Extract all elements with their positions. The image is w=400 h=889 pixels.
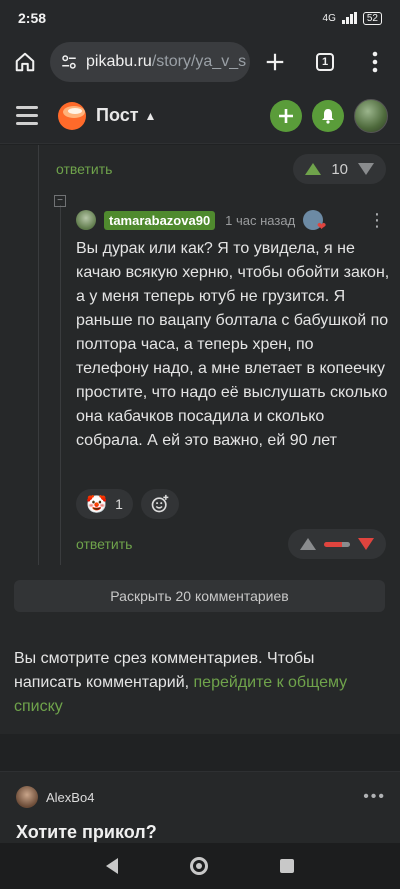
pikabu-logo[interactable] xyxy=(56,100,88,132)
home-nav-icon[interactable] xyxy=(190,857,208,875)
network-label: 4G xyxy=(322,12,336,24)
browser-toolbar: pikabu.ru/story/ya_v_s 1 xyxy=(0,36,400,88)
tab-count: 1 xyxy=(316,53,334,71)
more-vert-icon[interactable]: ⋮ xyxy=(368,211,386,229)
page-title[interactable]: Пост xyxy=(96,105,139,126)
comments-slice-hint: Вы смотрите срез комментариев. Чтобы нап… xyxy=(14,647,386,719)
avatar[interactable] xyxy=(16,786,38,808)
status-time: 2:58 xyxy=(18,10,47,26)
notifications-button[interactable] xyxy=(312,99,344,132)
comment-author[interactable]: tamarabazova90 xyxy=(104,210,216,230)
parent-comment-footer: ответить 10 xyxy=(56,154,386,184)
add-post-button[interactable] xyxy=(270,99,302,132)
menu-icon[interactable] xyxy=(16,106,44,125)
new-tab-button[interactable] xyxy=(250,36,300,88)
more-vert-icon xyxy=(372,51,378,73)
heart-icon: ❤ xyxy=(316,221,327,233)
reply-link[interactable]: ответить xyxy=(76,536,132,552)
post-card: AlexBo4 ••• Хотите прикол? xyxy=(0,771,400,843)
add-reaction-button[interactable] xyxy=(140,489,179,519)
signal-icon xyxy=(341,12,357,24)
reactions: 🤡 1 xyxy=(76,489,179,519)
site-header: Пост ▲ xyxy=(0,88,400,144)
thread-line xyxy=(60,205,61,565)
downvote-icon[interactable] xyxy=(358,538,374,550)
url-host: pikabu.ru xyxy=(86,53,152,70)
back-icon[interactable] xyxy=(106,858,118,874)
url-path: /story/ya_v_s xyxy=(151,53,247,70)
thread-line xyxy=(38,145,39,565)
reaction-count: 1 xyxy=(115,496,123,512)
plus-icon xyxy=(279,108,293,123)
downvote-icon[interactable] xyxy=(358,163,374,175)
vote-control: 10 xyxy=(293,154,386,184)
more-horiz-icon[interactable]: ••• xyxy=(363,788,386,806)
user-avatar[interactable] xyxy=(354,98,388,133)
comment-text: Вы дурак или как? Я то увидела, я не кач… xyxy=(76,240,390,449)
site-settings-icon[interactable] xyxy=(60,53,78,71)
vote-control xyxy=(288,529,386,559)
plus-icon xyxy=(266,53,284,71)
clown-icon: 🤡 xyxy=(86,494,108,514)
award-avatar[interactable]: ❤ xyxy=(303,210,327,233)
collapse-toggle-icon[interactable]: − xyxy=(54,195,66,207)
score: 10 xyxy=(331,160,348,178)
expand-comments-button[interactable]: Раскрыть 20 комментариев xyxy=(14,580,385,612)
upvote-icon[interactable] xyxy=(305,163,322,175)
address-bar[interactable]: pikabu.ru/story/ya_v_s xyxy=(50,42,250,82)
home-button[interactable] xyxy=(0,36,50,88)
bell-icon xyxy=(322,108,334,124)
chevron-up-icon[interactable]: ▲ xyxy=(145,109,157,123)
status-icons: 4G 52 xyxy=(322,11,382,25)
reply-link[interactable]: ответить xyxy=(56,161,112,177)
comment-footer: ответить xyxy=(76,529,386,559)
comment-header: tamarabazova90 1 час назад ❤ ⋮ xyxy=(76,208,386,233)
comment-time[interactable]: 1 час назад xyxy=(225,213,295,228)
home-icon xyxy=(15,52,35,72)
recents-icon[interactable] xyxy=(280,859,294,873)
avatar[interactable] xyxy=(76,210,96,230)
system-nav-bar xyxy=(0,843,400,889)
post-header: AlexBo4 ••• xyxy=(16,786,386,808)
reaction-clown[interactable]: 🤡 1 xyxy=(76,489,133,519)
status-bar: 2:58 4G 52 xyxy=(0,0,400,36)
battery-icon: 52 xyxy=(362,11,382,25)
add-emoji-icon xyxy=(151,494,169,513)
post-title[interactable]: Хотите прикол? xyxy=(16,822,157,843)
vote-ratio-bar xyxy=(324,541,350,547)
comments-section: ответить 10 − tamarabazova90 1 час назад… xyxy=(0,145,400,734)
tab-switcher-button[interactable]: 1 xyxy=(300,36,350,88)
browser-menu-button[interactable] xyxy=(350,36,400,88)
post-author[interactable]: AlexBo4 xyxy=(46,790,94,805)
upvote-icon[interactable] xyxy=(300,538,316,550)
